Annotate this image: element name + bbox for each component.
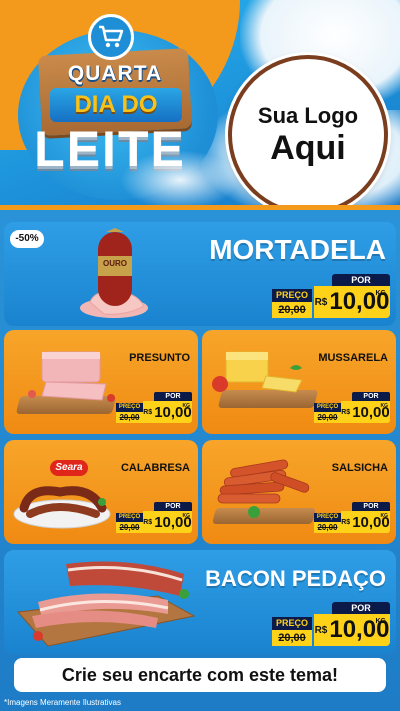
discount-badge: -50%: [10, 230, 44, 248]
disclaimer-text: *Imagens Meramente Ilustrativas: [4, 698, 121, 707]
price-tag: POR PREÇO 20,00 R$ 10,00 KG: [314, 502, 390, 534]
product-card-presunto[interactable]: PRESUNTO POR PREÇO 20,00 R$ 10,00 KG: [4, 330, 198, 434]
preco-label: PREÇO: [314, 403, 341, 412]
product-name: PRESUNTO: [129, 352, 190, 364]
price-tag: POR PREÇO 20,00 R$ 10,00 KG: [272, 602, 390, 648]
currency: R$: [341, 518, 351, 526]
milk-splash: [120, 150, 240, 210]
por-label: POR: [332, 274, 390, 286]
old-price: 20,00: [116, 522, 143, 533]
price-tag: POR PREÇO 20,00 R$ 10,00 KG: [314, 392, 390, 424]
logo-text-line-1: Sua Logo: [257, 103, 359, 128]
product-name: SALSICHA: [331, 462, 388, 474]
por-label: POR: [154, 502, 192, 511]
old-price: 20,00: [314, 412, 341, 423]
product-name: BACON PEDAÇO: [205, 566, 386, 591]
product-name: MORTADELA: [209, 234, 386, 265]
bacon-image: [8, 556, 204, 650]
mortadela-image: OURO: [76, 228, 156, 320]
product-card-salsicha[interactable]: SALSICHA POR PREÇO 20,00 R$ 10,00 KG: [202, 440, 396, 544]
old-price: 20,00: [272, 302, 312, 318]
mussarela-image: [206, 346, 318, 410]
preco-label: PREÇO: [272, 289, 312, 302]
por-label: POR: [154, 392, 192, 401]
product-card-mussarela[interactable]: MUSSARELA POR PREÇO 20,00 R$ 10,00 KG: [202, 330, 396, 434]
product-card-mortadela[interactable]: -50% OURO MORTADELA POR PREÇO 20,00 R$ 1…: [4, 222, 396, 326]
currency: R$: [314, 624, 328, 636]
brand-badge: Seara: [50, 460, 88, 476]
logo-placeholder[interactable]: Sua Logo Aqui: [228, 55, 388, 212]
create-flyer-button[interactable]: Crie seu encarte com este tema!: [14, 658, 386, 692]
presunto-image: [16, 348, 126, 408]
unit-label: KG: [375, 618, 387, 625]
brand-label: OURO: [103, 259, 127, 268]
title-line-2: DIA DO: [50, 88, 182, 122]
price-tag: POR PREÇO 20,00 R$ 10,00 KG: [272, 274, 390, 320]
currency: R$: [143, 518, 153, 526]
product-name: CALABRESA: [120, 462, 190, 474]
unit-label: KG: [375, 290, 387, 297]
price-tag: POR PREÇO 20,00 R$ 10,00 KG: [116, 502, 192, 534]
por-label: POR: [332, 602, 390, 614]
currency: R$: [314, 296, 328, 308]
preco-label: PREÇO: [272, 617, 312, 630]
product-name: MUSSARELA: [318, 352, 388, 364]
por-label: POR: [352, 502, 390, 511]
preco-label: PREÇO: [314, 513, 341, 522]
unit-label: KG: [182, 403, 191, 409]
title-line-1: QUARTA: [67, 62, 163, 85]
header-banner: QUARTA DIA DO LEITE Sua Logo Aqui: [0, 0, 400, 212]
currency: R$: [143, 408, 153, 416]
unit-label: KG: [380, 513, 389, 519]
preco-label: PREÇO: [116, 403, 143, 412]
product-card-calabresa[interactable]: Seara CALABRESA POR PREÇO 20,00 R$ 10,00…: [4, 440, 198, 544]
unit-label: KG: [380, 403, 389, 409]
currency: R$: [341, 408, 351, 416]
old-price: 20,00: [116, 412, 143, 423]
unit-label: KG: [182, 513, 191, 519]
por-label: POR: [352, 392, 390, 401]
salsicha-image: [210, 458, 320, 522]
old-price: 20,00: [272, 630, 312, 646]
old-price: 20,00: [314, 522, 341, 533]
price-tag: POR PREÇO 20,00 R$ 10,00 KG: [116, 392, 192, 424]
logo-text-line-2: Aqui: [270, 129, 346, 167]
shopping-cart-icon: [88, 14, 134, 60]
product-card-bacon[interactable]: BACON PEDAÇO POR PREÇO 20,00 R$ 10,00 KG: [4, 550, 396, 654]
preco-label: PREÇO: [116, 513, 143, 522]
